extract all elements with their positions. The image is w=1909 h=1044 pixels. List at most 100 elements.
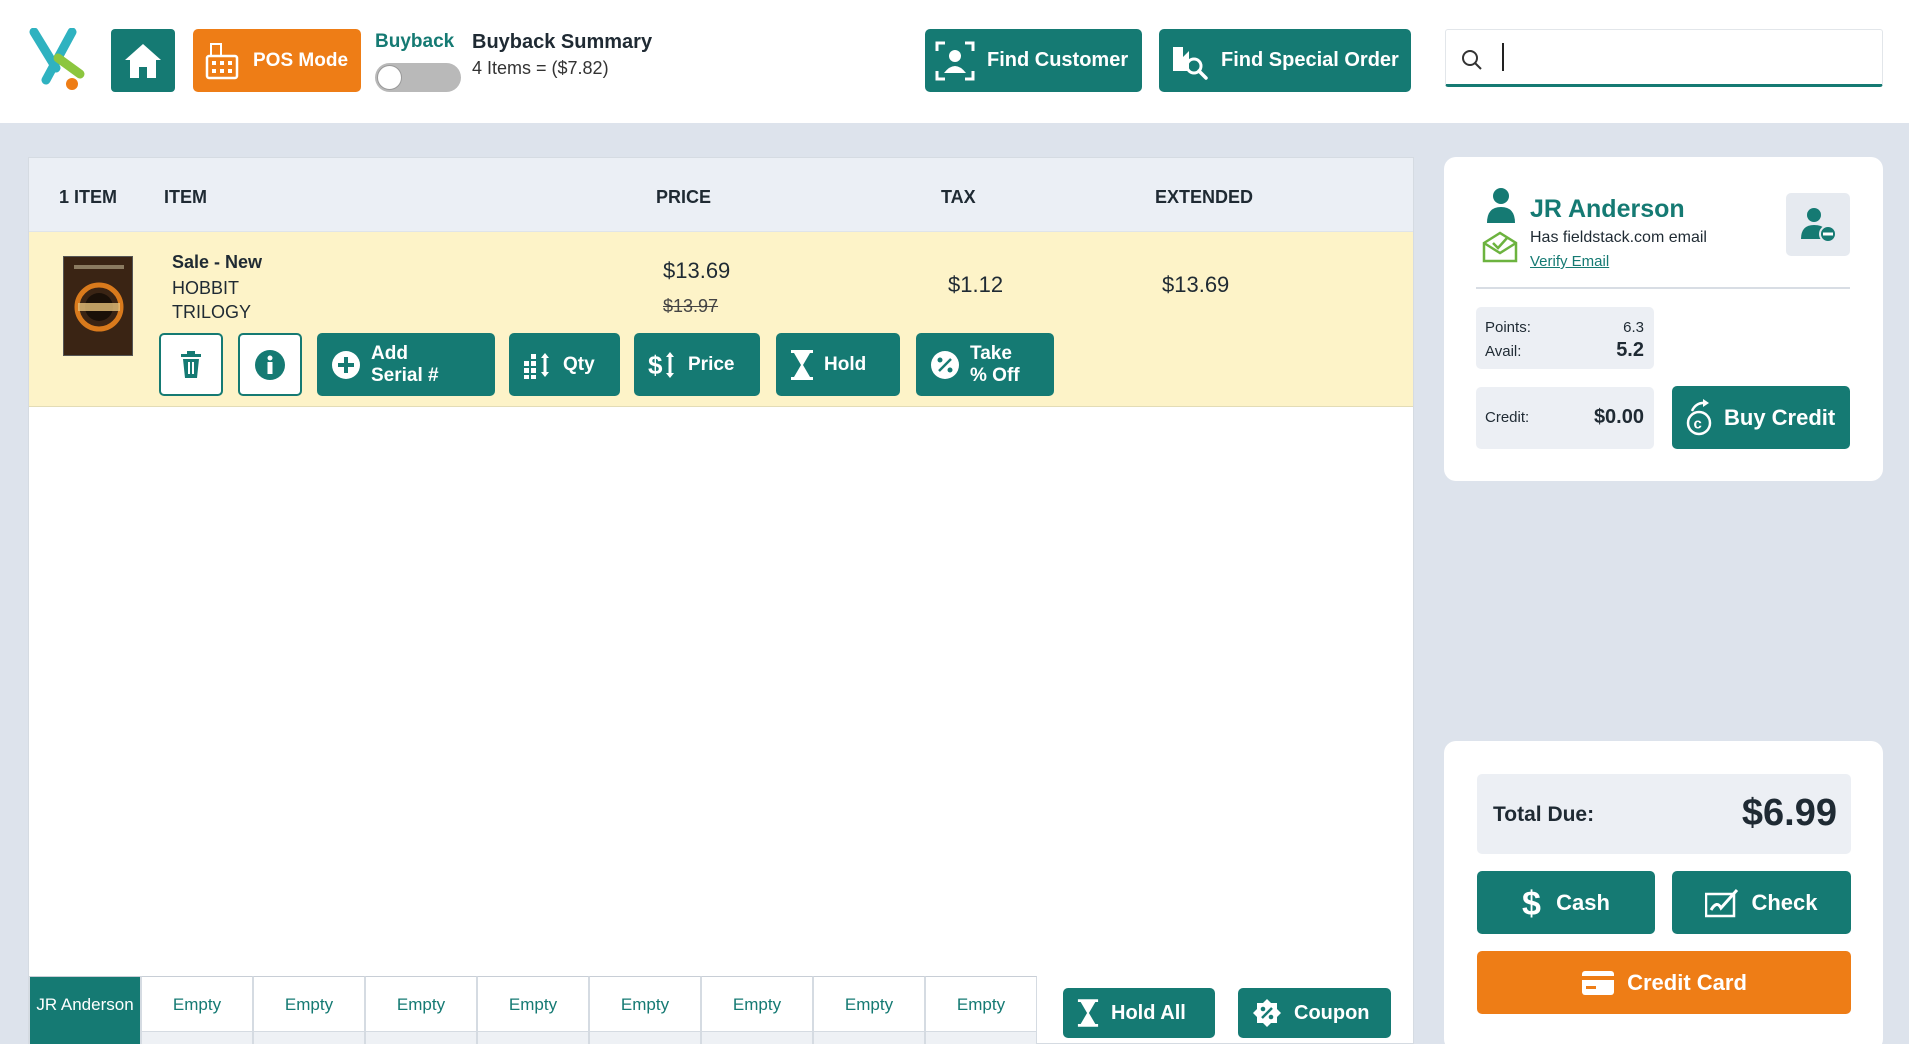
total-due-value: $6.99	[1741, 792, 1837, 834]
column-item: ITEM	[164, 187, 207, 207]
check-signature-icon	[1705, 888, 1739, 918]
buyback-summary-detail: 4 Items = ($7.82)	[472, 58, 609, 78]
check-label: Check	[1751, 889, 1818, 915]
search-icon	[1460, 48, 1484, 77]
buy-credit-label: Buy Credit	[1724, 404, 1836, 430]
buyback-label: Buyback	[375, 31, 455, 52]
coupon-icon	[1252, 998, 1282, 1028]
avail-value: 5.2	[1616, 339, 1644, 361]
check-button[interactable]: Check	[1672, 871, 1851, 934]
percent-icon	[930, 350, 960, 380]
item-extended: $13.69	[1162, 272, 1230, 297]
trash-icon	[181, 350, 201, 378]
credit-label: Credit:	[1485, 409, 1530, 426]
find-customer-button[interactable]: Find Customer	[925, 29, 1142, 92]
total-due-box: Total Due: $6.99	[1477, 774, 1851, 854]
price-button[interactable]: $ Price	[634, 333, 760, 396]
column-tax: TAX	[941, 187, 976, 207]
credit-card-label: Credit Card	[1627, 969, 1747, 995]
points-value: 6.3	[1623, 319, 1644, 336]
customer-card: JR Anderson Has fieldstack.com email Ver…	[1444, 157, 1883, 481]
buyback-toggle[interactable]	[375, 63, 461, 92]
pos-mode-button[interactable]: POS Mode	[193, 29, 361, 92]
cart-tab[interactable]: Empty	[589, 976, 701, 1044]
info-icon	[255, 349, 285, 380]
hold-all-label: Hold All	[1111, 1001, 1186, 1024]
verify-email-link[interactable]: Verify Email	[1530, 253, 1609, 270]
item-info-button[interactable]	[238, 333, 302, 396]
column-price: PRICE	[656, 187, 712, 207]
credit-box: Credit: $0.00	[1476, 387, 1654, 449]
cart-tab[interactable]: Empty	[701, 976, 813, 1044]
cart-tab[interactable]: Empty	[253, 976, 365, 1044]
points-box: Points: 6.3 Avail: 5.2	[1476, 307, 1654, 369]
pos-mode-label: POS Mode	[253, 49, 349, 71]
toggle-knob	[377, 65, 402, 90]
find-customer-label: Find Customer	[987, 49, 1129, 71]
cart-tab[interactable]: Empty	[365, 976, 477, 1044]
avail-label: Avail:	[1485, 343, 1522, 360]
remove-person-icon	[1801, 207, 1837, 243]
cart-header: 1 ITEM ITEM PRICE TAX EXTENDED	[29, 158, 1413, 232]
column-extended: EXTENDED	[1155, 187, 1254, 207]
cart-tab[interactable]: Empty	[477, 976, 589, 1044]
search-box[interactable]	[1445, 29, 1883, 87]
hold-button[interactable]: Hold	[776, 333, 900, 396]
cart-tab[interactable]: Empty	[141, 976, 253, 1044]
svg-text:$: $	[648, 350, 663, 380]
item-price: $13.69	[663, 258, 731, 283]
customer-name: JR Anderson	[1530, 195, 1685, 223]
credit-card-button[interactable]: Credit Card	[1477, 951, 1851, 1014]
hourglass-icon	[1077, 999, 1099, 1027]
remove-customer-button[interactable]	[1786, 193, 1850, 256]
top-bar: POS Mode Buyback Buyback Summary 4 Items…	[0, 0, 1909, 123]
cart-tabs: JR Anderson Empty Empty Empty Empty Empt…	[29, 976, 1037, 1044]
item-type: Sale - New	[172, 252, 263, 272]
app-logo	[29, 28, 85, 90]
text-caret	[1502, 43, 1504, 71]
svg-text:c: c	[1694, 415, 1702, 432]
price-label: Price	[688, 353, 735, 375]
hold-all-button[interactable]: Hold All	[1063, 988, 1215, 1038]
buyback-summary-title: Buyback Summary	[472, 31, 653, 53]
credit-coin-icon: c	[1686, 398, 1714, 437]
cart-panel: 1 ITEM ITEM PRICE TAX EXTENDED Sale - Ne…	[28, 157, 1414, 1044]
credit-value: $0.00	[1593, 406, 1644, 428]
home-button[interactable]	[111, 29, 175, 92]
cart-tab[interactable]: JR Anderson	[29, 976, 141, 1044]
item-tax: $1.12	[948, 272, 1004, 297]
dollar-icon: $	[1522, 886, 1544, 920]
customer-email-status: Has fieldstack.com email	[1530, 229, 1707, 246]
find-person-icon	[935, 41, 975, 81]
delete-item-button[interactable]	[159, 333, 223, 396]
qty-label: Qty	[563, 353, 595, 375]
home-icon	[125, 43, 161, 78]
add-serial-label: Add Serial #	[371, 342, 439, 386]
take-percent-off-label: Take % Off	[970, 342, 1020, 386]
verified-email-icon	[1482, 231, 1518, 263]
quantity-icon	[523, 351, 553, 379]
coupon-button[interactable]: Coupon	[1238, 988, 1391, 1038]
customer-divider	[1476, 287, 1850, 289]
item-name: HOBBIT TRILOGY	[172, 278, 252, 322]
person-icon	[1487, 188, 1515, 223]
item-original-price: $13.97	[663, 296, 719, 316]
cash-button[interactable]: $ Cash	[1477, 871, 1655, 934]
cash-label: Cash	[1556, 889, 1610, 915]
hold-label: Hold	[824, 353, 867, 375]
qty-button[interactable]: Qty	[509, 333, 620, 396]
take-percent-off-button[interactable]: Take % Off	[916, 333, 1054, 396]
price-adjust-icon: $	[648, 350, 678, 380]
product-thumbnail	[63, 256, 133, 356]
svg-text:$: $	[1522, 886, 1541, 920]
add-serial-button[interactable]: Add Serial #	[317, 333, 495, 396]
cart-tab[interactable]: Empty	[925, 976, 1037, 1044]
cart-tab[interactable]: Empty	[813, 976, 925, 1044]
buy-credit-button[interactable]: c Buy Credit	[1672, 386, 1850, 449]
points-label: Points:	[1485, 319, 1531, 336]
find-special-order-button[interactable]: Find Special Order	[1159, 29, 1411, 92]
register-icon	[205, 42, 241, 86]
payment-panel: Total Due: $6.99 $ Cash Check Credit Car…	[1444, 741, 1883, 1044]
find-order-icon	[1169, 41, 1209, 81]
search-input[interactable]	[1496, 40, 1866, 76]
